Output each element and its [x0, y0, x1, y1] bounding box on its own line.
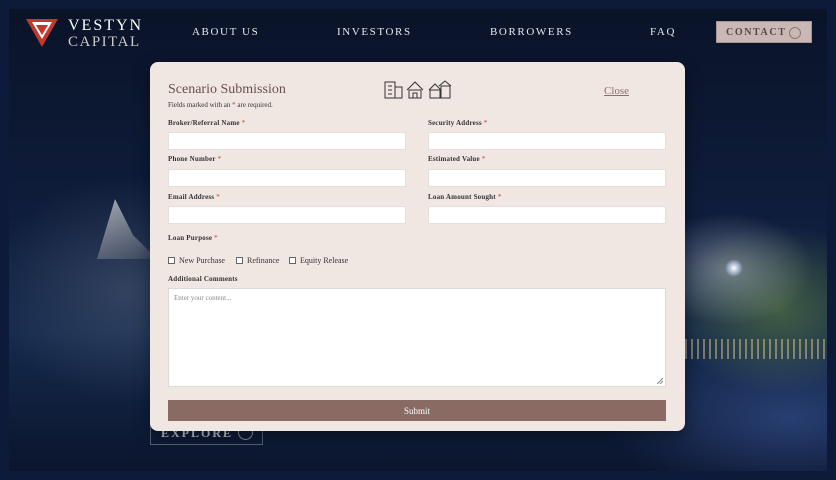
phone-input[interactable] — [168, 169, 406, 187]
security-address-input[interactable] — [428, 132, 666, 150]
email-label: Email Address * — [168, 193, 220, 201]
checkbox[interactable] — [236, 257, 243, 264]
estimated-value-input[interactable] — [428, 169, 666, 187]
loan-amount-input[interactable] — [428, 206, 666, 224]
comments-label: Additional Comments — [168, 275, 238, 283]
comments-placeholder: Enter your content... — [174, 294, 232, 302]
logo[interactable]: VESTYN CAPITAL — [26, 17, 161, 51]
broker-name-label: Broker/Referral Name * — [168, 119, 246, 127]
checkbox[interactable] — [168, 257, 175, 264]
security-address-label: Security Address * — [428, 119, 488, 127]
city-lights — [685, 339, 827, 359]
nav-faq[interactable]: FAQ — [650, 26, 676, 38]
comments-textarea[interactable]: Enter your content... — [168, 288, 666, 387]
houses-icon — [428, 80, 452, 99]
option-equity-release[interactable]: Equity Release — [289, 256, 348, 265]
email-input[interactable] — [168, 206, 406, 224]
broker-name-input[interactable] — [168, 132, 406, 150]
checkbox[interactable] — [289, 257, 296, 264]
close-link[interactable]: Close — [604, 85, 629, 97]
loan-purpose-label: Loan Purpose * — [168, 234, 218, 242]
nav-about-us[interactable]: ABOUT US — [192, 26, 259, 38]
contact-button[interactable]: CONTACT — [716, 21, 812, 43]
house-icon — [406, 81, 424, 99]
arrow-circle-icon — [789, 27, 801, 39]
submit-button[interactable]: Submit — [168, 400, 666, 421]
opera-house-shape — [97, 199, 157, 259]
resize-grip-icon[interactable] — [657, 378, 663, 384]
phone-label: Phone Number * — [168, 155, 222, 163]
property-icons — [383, 78, 453, 105]
brand-line-2: CAPITAL — [68, 34, 141, 50]
option-new-purchase[interactable]: New Purchase — [168, 256, 225, 265]
nav-investors[interactable]: INVESTORS — [337, 26, 412, 38]
loan-amount-label: Loan Amount Sought * — [428, 193, 502, 201]
logo-mark-icon — [26, 19, 58, 47]
nav-borrowers[interactable]: BORROWERS — [490, 26, 573, 38]
required-note: Fields marked with an * are required. — [168, 101, 273, 109]
site-header: VESTYN CAPITAL ABOUT US INVESTORS BORROW… — [9, 9, 827, 57]
brand-line-1: VESTYN — [68, 17, 144, 34]
star-glow — [725, 259, 743, 277]
option-refinance[interactable]: Refinance — [236, 256, 279, 265]
scenario-submission-modal: Scenario Submission Fields marked with a… — [150, 62, 685, 431]
building-icon — [384, 81, 403, 99]
contact-label: CONTACT — [726, 26, 787, 38]
estimated-value-label: Estimated Value * — [428, 155, 486, 163]
modal-title: Scenario Submission — [168, 82, 286, 97]
